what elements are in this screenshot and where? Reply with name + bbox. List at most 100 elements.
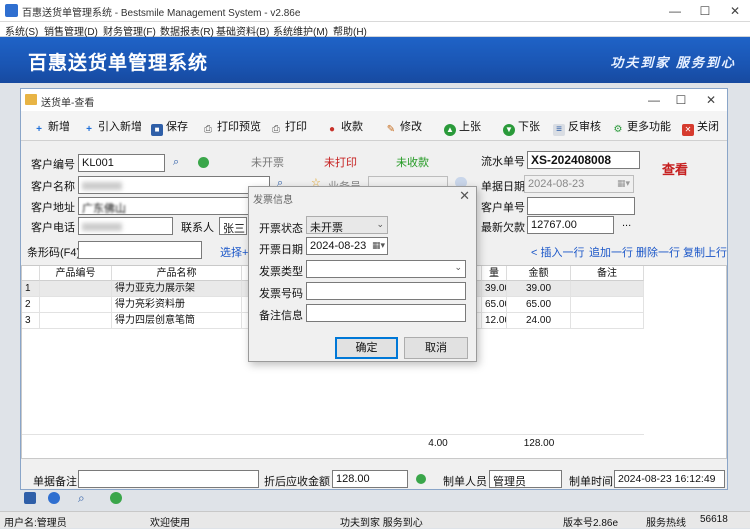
arrears-field[interactable]: 12767.00 [527, 216, 614, 234]
invoice-no-field[interactable] [306, 282, 466, 300]
dialog-close-icon[interactable]: ✕ [459, 188, 470, 204]
arrears-more-button[interactable]: ... [622, 217, 631, 229]
payment-status-text: 未收款 [396, 157, 429, 169]
table-cell-remark[interactable] [571, 297, 644, 313]
import-new-button[interactable]: + 引入新增 [83, 118, 142, 135]
invoice-date-field[interactable]: 2024-08-23 ▦▾ [306, 237, 388, 255]
receivable-field[interactable]: 128.00 [332, 470, 408, 488]
more-functions-button[interactable]: ⚙ 更多功能 [612, 118, 671, 135]
toolbar: + 新增 + 引入新增 ■ 保存 ⎙ 打印预览 ⎙ 打印 ● 收款 ✎ 修改 ▲ 上张 ▼ 下张 … [21, 111, 727, 141]
cancel-button[interactable]: 取消 [404, 337, 468, 359]
menu-basic-data[interactable]: 基础资料(B) [216, 23, 269, 38]
customer-address-field[interactable]: 广东佛山 [78, 197, 270, 215]
close-icon[interactable]: ✕ [720, 0, 750, 22]
table-row-number[interactable]: 1 [22, 281, 40, 297]
table-cell-remark[interactable] [571, 281, 644, 297]
table-cell-qty[interactable]: 39.00 [482, 281, 507, 297]
status-welcome: 欢迎使用 [150, 518, 190, 529]
child-window-title: 送货单-查看 [41, 98, 95, 109]
previous-record-button[interactable]: ▲ 上张 [444, 118, 481, 136]
grid-header-qty[interactable]: 量 [482, 266, 507, 281]
total-quantity: 4.00 [428, 438, 448, 449]
table-cell-amount[interactable]: 24.00 [507, 313, 571, 329]
table-cell-code[interactable] [40, 281, 112, 297]
serial-no-field[interactable]: XS-202408008 [527, 151, 640, 169]
minimize-icon[interactable]: — [660, 0, 690, 22]
arrow-up-icon: ▲ [444, 124, 456, 136]
maker-field[interactable]: 管理员 [489, 470, 562, 488]
invoice-status-select[interactable]: 未开票 ⌄ [306, 216, 388, 234]
floppy-icon: ■ [151, 124, 163, 136]
append-row-link[interactable]: 追加一行 [589, 244, 633, 260]
menu-system[interactable]: 系统(S) [5, 23, 38, 38]
customer-address-label: 客户地址 [31, 202, 75, 214]
unaudit-button[interactable]: ≡ 反审核 [553, 118, 601, 136]
invoice-remark-field[interactable] [306, 304, 466, 322]
child-maximize-icon[interactable]: ☐ [666, 89, 696, 111]
receive-payment-button[interactable]: ● 收款 [326, 118, 363, 135]
menu-reports[interactable]: 数据报表(R) [160, 23, 214, 38]
customer-name-field[interactable] [78, 176, 270, 194]
confirm-button[interactable]: 确定 [335, 337, 398, 359]
invoice-type-select[interactable]: ⌄ [306, 260, 466, 278]
menu-sales[interactable]: 销售管理(D) [44, 23, 98, 38]
remark-field[interactable] [78, 470, 259, 488]
table-row-number[interactable]: 3 [22, 313, 40, 329]
table-cell-amount[interactable]: 65.00 [507, 297, 571, 313]
grid-header-remark[interactable]: 备注 [571, 266, 644, 281]
doc-date-field[interactable]: 2024-08-23 ▦▾ [524, 175, 634, 193]
table-cell-name[interactable]: 得力亚克力展示架 [112, 281, 242, 297]
document-icon: ≡ [553, 124, 565, 136]
customer-code-label: 客户编号 [31, 159, 75, 171]
new-button[interactable]: + 新增 [33, 118, 70, 135]
customer-order-no-field[interactable] [527, 197, 635, 215]
print-preview-button[interactable]: ⎙ 打印预览 [202, 118, 261, 135]
customer-code-field[interactable]: KL001 [78, 154, 165, 172]
table-cell-name[interactable]: 得力亮彩资料册 [112, 297, 242, 313]
menu-finance[interactable]: 财务管理(F) [103, 23, 156, 38]
close-button[interactable]: ✕ 关闭 [682, 118, 719, 136]
table-cell-code[interactable] [40, 313, 112, 329]
table-cell-qty[interactable]: 12.00 [482, 313, 507, 329]
child-minimize-icon[interactable]: — [639, 89, 669, 111]
make-time-field[interactable]: 2024-08-23 16:12:49 [614, 470, 725, 488]
menu-help[interactable]: 帮助(H) [333, 23, 367, 38]
grid-header-amount[interactable]: 金额 [507, 266, 571, 281]
main-window-titlebar: 百惠送货单管理系统 - Bestsmile Management System … [0, 0, 750, 22]
table-cell-qty[interactable]: 65.00 [482, 297, 507, 313]
add-icon[interactable] [110, 492, 122, 504]
info-icon[interactable] [48, 492, 60, 504]
print-button[interactable]: ⎙ 打印 [270, 118, 307, 135]
save-button[interactable]: ■ 保存 [151, 118, 188, 136]
search-icon[interactable]: ⌕ [78, 491, 85, 506]
search-icon[interactable]: ⌕ [173, 156, 179, 169]
grid-header-product-code[interactable]: 产品编号 [40, 266, 112, 281]
copy-row-link[interactable]: 复制上行 [683, 244, 727, 260]
app-banner: 百惠送货单管理系统 功夫到家 服务到心 [0, 37, 750, 83]
child-close-icon[interactable]: ✕ [696, 89, 726, 111]
select-product-link[interactable]: 选择+ [220, 244, 248, 260]
table-cell-code[interactable] [40, 297, 112, 313]
delete-row-link[interactable]: 删除一行 [636, 244, 680, 260]
dialog-title: 发票信息 [253, 195, 293, 206]
table-cell-name[interactable]: 得力四层创意笔筒 [112, 313, 242, 329]
invoice-status-label: 开票状态 [259, 223, 303, 235]
refresh-icon[interactable] [198, 157, 209, 168]
menu-maintenance[interactable]: 系统维护(M) [273, 23, 328, 38]
table-cell-remark[interactable] [571, 313, 644, 329]
table-row-number[interactable]: 2 [22, 297, 40, 313]
next-record-button[interactable]: ▼ 下张 [503, 118, 540, 136]
doc-icon[interactable] [24, 492, 36, 504]
barcode-field[interactable] [78, 241, 202, 259]
grid-total-divider [22, 434, 644, 435]
folder-icon [25, 94, 37, 105]
customer-phone-label: 客户电话 [31, 222, 75, 234]
insert-row-link[interactable]: < 插入一行 [531, 244, 584, 260]
maximize-icon[interactable]: ☐ [690, 0, 720, 22]
customer-phone-field[interactable] [78, 217, 173, 235]
edit-button[interactable]: ✎ 修改 [385, 118, 422, 135]
grid-header-product-name[interactable]: 产品名称 [112, 266, 242, 281]
receivable-label: 折后应收金额 [264, 476, 330, 488]
table-cell-amount[interactable]: 39.00 [507, 281, 571, 297]
contact-field[interactable]: 张三 [219, 217, 247, 235]
